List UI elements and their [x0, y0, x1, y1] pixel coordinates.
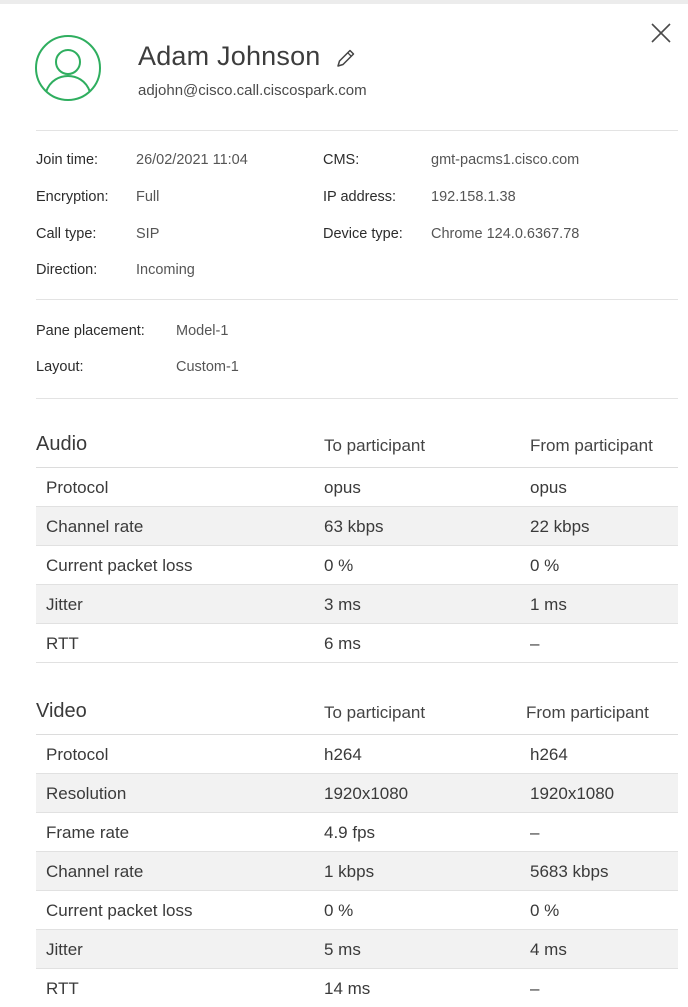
from-value: –	[530, 979, 540, 998]
participant-name: Adam Johnson	[138, 40, 321, 71]
metric-name: Frame rate	[46, 823, 130, 842]
detail-label: Call type:	[36, 226, 97, 242]
detail-value: Custom-1	[176, 359, 239, 375]
divider	[36, 398, 678, 399]
to-value: 63 kbps	[324, 517, 384, 536]
video-row-rtt: RTT 14 ms –	[36, 969, 678, 1007]
from-value: h264	[530, 745, 568, 764]
to-value: 3 ms	[324, 595, 361, 614]
detail-label: Direction:	[36, 262, 98, 278]
detail-value: Chrome 124.0.6367.78	[431, 226, 580, 242]
edit-name-button[interactable]	[335, 47, 357, 69]
audio-row-jitter: Jitter 3 ms 1 ms	[36, 585, 678, 624]
detail-value: Incoming	[136, 262, 195, 278]
close-button[interactable]	[648, 20, 676, 48]
divider	[36, 130, 678, 131]
detail-value: 192.158.1.38	[431, 189, 516, 205]
detail-label: Layout:	[36, 359, 84, 375]
metric-name: Jitter	[46, 595, 83, 614]
from-value: 1920x1080	[530, 784, 615, 803]
metric-name: Channel rate	[46, 862, 144, 881]
from-value: 4 ms	[530, 940, 567, 959]
participant-email: adjohn@cisco.call.ciscospark.com	[138, 82, 367, 99]
to-value: h264	[324, 745, 362, 764]
metric-name: Current packet loss	[46, 901, 193, 920]
from-value: opus	[530, 478, 567, 497]
audio-row-channel-rate: Channel rate 63 kbps 22 kbps	[36, 507, 678, 546]
metric-name: Channel rate	[46, 517, 144, 536]
to-value: 14 ms	[324, 979, 371, 998]
to-value: 4.9 fps	[324, 823, 376, 842]
to-value: 1 kbps	[324, 862, 375, 881]
detail-value: SIP	[136, 226, 160, 242]
to-value: 1920x1080	[324, 784, 409, 803]
to-value: 0 %	[324, 556, 354, 575]
metric-name: Resolution	[46, 784, 127, 803]
top-border	[0, 0, 688, 4]
video-row-resolution: Resolution 1920x1080 1920x1080	[36, 774, 678, 813]
to-value: 6 ms	[324, 634, 361, 653]
video-row-protocol: Protocol h264 h264	[36, 735, 678, 774]
detail-label: Join time:	[36, 152, 99, 168]
metric-name: RTT	[46, 979, 79, 998]
from-value: –	[530, 634, 540, 653]
detail-label: IP address:	[323, 189, 397, 205]
from-value: 1 ms	[530, 595, 567, 614]
from-value: 0 %	[530, 556, 560, 575]
participant-name-row: Adam Johnson	[138, 38, 357, 74]
avatar	[34, 34, 102, 102]
audio-row-protocol: Protocol opus opus	[36, 468, 678, 507]
video-col-to: To participant	[324, 703, 426, 722]
detail-label: CMS:	[323, 152, 360, 168]
metric-name: Jitter	[46, 940, 83, 959]
detail-label: Encryption:	[36, 189, 109, 205]
detail-value: 26/02/2021 11:04	[136, 152, 248, 168]
from-value: 22 kbps	[530, 517, 590, 536]
audio-row-packet-loss: Current packet loss 0 % 0 %	[36, 546, 678, 585]
metric-name: Protocol	[46, 745, 109, 764]
detail-value: Full	[136, 189, 160, 205]
metric-name: Protocol	[46, 478, 109, 497]
to-value: 5 ms	[324, 940, 361, 959]
to-value: 0 %	[324, 901, 354, 920]
divider	[36, 299, 678, 300]
video-row-channel-rate: Channel rate 1 kbps 5683 kbps	[36, 852, 678, 891]
audio-col-from: From participant	[530, 436, 653, 455]
audio-col-to: To participant	[324, 436, 426, 455]
video-col-from: From participant	[526, 703, 649, 722]
user-avatar-icon	[35, 35, 101, 101]
close-icon	[651, 23, 671, 43]
from-value: 5683 kbps	[530, 862, 609, 881]
audio-row-rtt: RTT 6 ms –	[36, 624, 678, 663]
detail-value: gmt-pacms1.cisco.com	[431, 152, 580, 168]
pencil-icon	[336, 49, 354, 67]
metric-name: Current packet loss	[46, 556, 193, 575]
detail-label: Device type:	[323, 226, 403, 242]
video-row-jitter: Jitter 5 ms 4 ms	[36, 930, 678, 969]
detail-label: Pane placement:	[36, 323, 145, 339]
metric-name: RTT	[46, 634, 79, 653]
video-row-frame-rate: Frame rate 4.9 fps –	[36, 813, 678, 852]
from-value: –	[530, 823, 540, 842]
to-value: opus	[324, 478, 361, 497]
audio-section-title: Audio	[36, 433, 88, 455]
video-row-packet-loss: Current packet loss 0 % 0 %	[36, 891, 678, 930]
detail-value: Model-1	[176, 323, 229, 339]
video-section-title: Video	[36, 700, 87, 722]
from-value: 0 %	[530, 901, 560, 920]
